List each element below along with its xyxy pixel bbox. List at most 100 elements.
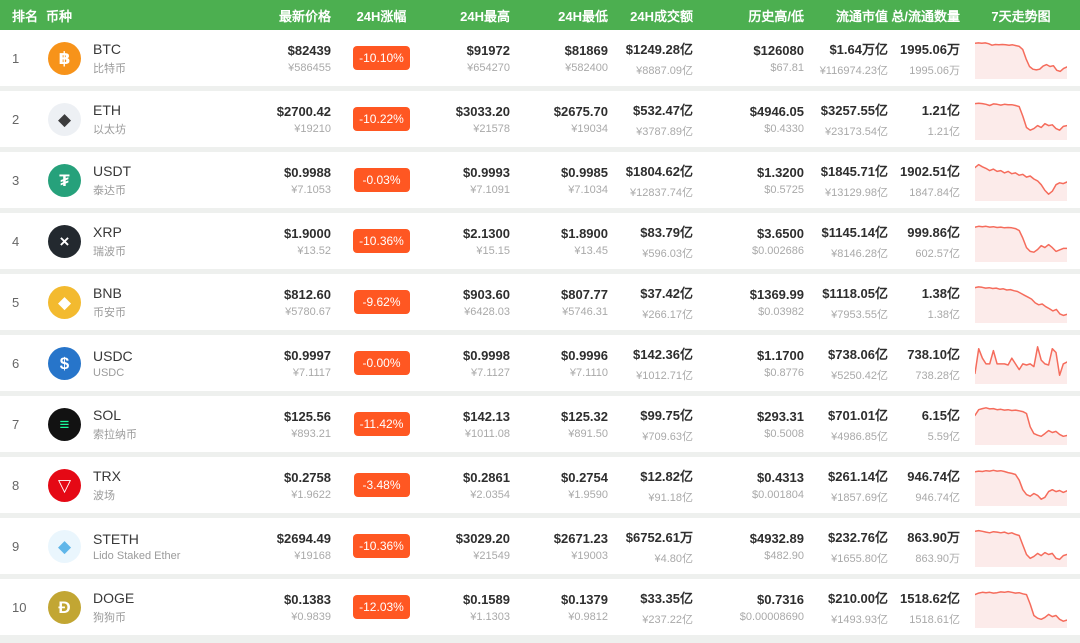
header-24h-change[interactable]: 24H涨幅: [333, 6, 430, 25]
table-row[interactable]: 10 Ð DOGE 狗狗币 $0.1383 ¥0.9839 -12.03% $0…: [0, 579, 1080, 635]
coin-fullname: 瑞波币: [93, 243, 126, 259]
coin-names: TRX 波场: [93, 468, 121, 503]
table-row[interactable]: 3 ₮ USDT 泰达币 $0.9988 ¥7.1053 -0.03% $0.9…: [0, 152, 1080, 208]
table-row[interactable]: 1 ฿ BTC 比特币 $82439 ¥586455 -10.10% $9197…: [0, 30, 1080, 86]
high-usd: $0.2861: [430, 470, 510, 485]
table-row[interactable]: 9 ◆ STETH Lido Staked Ether $2694.49 ¥19…: [0, 518, 1080, 574]
high-cny: ¥21578: [430, 123, 510, 135]
mcap-cny: ¥13129.98亿: [806, 184, 888, 200]
supply-total: 1902.51亿: [890, 161, 960, 180]
header-supply[interactable]: 总/流通数量: [890, 6, 962, 25]
high-cny: ¥7.1127: [430, 367, 510, 379]
header-latest-price[interactable]: 最新价格: [240, 6, 333, 25]
table-row[interactable]: 8 ▽ TRX 波场 $0.2758 ¥1.9622 -3.48% $0.286…: [0, 457, 1080, 513]
market-cap-cell: $261.14亿 ¥1857.69亿: [806, 466, 890, 505]
price-usd: $1.9000: [240, 226, 331, 241]
header-24h-high[interactable]: 24H最高: [430, 6, 512, 25]
header-7d-trend[interactable]: 7天走势图: [962, 6, 1080, 25]
coin-fullname: 币安币: [93, 304, 126, 320]
volume-cny: ¥266.17亿: [610, 306, 693, 322]
sparkline-chart: [975, 460, 1067, 506]
change-cell: -11.42%: [333, 412, 430, 436]
coin-rank: 4: [0, 234, 40, 249]
coin-cell: ◆ BNB 币安币: [40, 285, 240, 320]
table-row[interactable]: 4 × XRP 瑞波币 $1.9000 ¥13.52 -10.36% $2.13…: [0, 213, 1080, 269]
coin-icon: ≡: [48, 408, 81, 441]
high-cny: ¥2.0354: [430, 489, 510, 501]
volume-cell: $83.79亿 ¥596.03亿: [610, 222, 695, 261]
volume-usd: $142.36亿: [610, 344, 693, 363]
coin-symbol: BNB: [93, 285, 126, 301]
hist-high-low-cell: $126080 $67.81: [695, 43, 806, 74]
header-market-cap[interactable]: 流通市值: [806, 6, 890, 25]
hist-low: $0.03982: [695, 306, 804, 318]
table-row[interactable]: 7 ≡ SOL 索拉纳币 $125.56 ¥893.21 -11.42% $14…: [0, 396, 1080, 452]
hist-high-low-cell: $4946.05 $0.4330: [695, 104, 806, 135]
volume-cell: $532.47亿 ¥3787.89亿: [610, 100, 695, 139]
crypto-price-table: 排名 币种 最新价格 24H涨幅 24H最高 24H最低 24H成交额 历史高/…: [0, 0, 1080, 635]
mcap-usd: $701.01亿: [806, 405, 888, 424]
change-cell: -10.36%: [333, 534, 430, 558]
volume-cny: ¥8887.09亿: [610, 62, 693, 78]
market-cap-cell: $3257.55亿 ¥23173.54亿: [806, 100, 890, 139]
coin-fullname: 波场: [93, 487, 121, 503]
latest-price-cell: $0.9997 ¥7.1117: [240, 348, 333, 379]
high-usd: $91972: [430, 43, 510, 58]
low-cell: $1.8900 ¥13.45: [512, 226, 610, 257]
coin-fullname: Lido Staked Ether: [93, 550, 180, 562]
volume-cny: ¥3787.89亿: [610, 123, 693, 139]
coin-rank: 6: [0, 356, 40, 371]
change-cell: -3.48%: [333, 473, 430, 497]
header-rank[interactable]: 排名: [0, 6, 40, 25]
table-row[interactable]: 2 ◆ ETH 以太坊 $2700.42 ¥19210 -10.22% $303…: [0, 91, 1080, 147]
mcap-usd: $1145.14亿: [806, 222, 888, 241]
coin-symbol: STETH: [93, 531, 180, 547]
latest-price-cell: $0.9988 ¥7.1053: [240, 165, 333, 196]
supply-cell: 738.10亿 738.28亿: [890, 344, 962, 383]
table-row[interactable]: 5 ◆ BNB 币安币 $812.60 ¥5780.67 -9.62% $903…: [0, 274, 1080, 330]
low-cny: ¥582400: [512, 62, 608, 74]
header-coin[interactable]: 币种: [40, 6, 240, 25]
latest-price-cell: $2694.49 ¥19168: [240, 531, 333, 562]
hist-high-low-cell: $1.1700 $0.8776: [695, 348, 806, 379]
change-cell: -10.36%: [333, 229, 430, 253]
supply-cell: 999.86亿 602.57亿: [890, 222, 962, 261]
low-cny: ¥1.9590: [512, 489, 608, 501]
market-cap-cell: $1145.14亿 ¥8146.28亿: [806, 222, 890, 261]
supply-cell: 1518.62亿 1518.61亿: [890, 588, 962, 627]
coin-symbol: SOL: [93, 407, 137, 423]
trend-cell: [962, 277, 1080, 328]
table-body: 1 ฿ BTC 比特币 $82439 ¥586455 -10.10% $9197…: [0, 30, 1080, 635]
volume-cell: $37.42亿 ¥266.17亿: [610, 283, 695, 322]
low-cny: ¥13.45: [512, 245, 608, 257]
supply-total: 1.21亿: [890, 100, 960, 119]
supply-circulating: 1995.06万: [890, 62, 960, 78]
low-usd: $2675.70: [512, 104, 608, 119]
hist-low: $0.8776: [695, 367, 804, 379]
header-hist-high-low[interactable]: 历史高/低: [695, 6, 806, 25]
mcap-cny: ¥23173.54亿: [806, 123, 888, 139]
table-header: 排名 币种 最新价格 24H涨幅 24H最高 24H最低 24H成交额 历史高/…: [0, 0, 1080, 30]
volume-usd: $83.79亿: [610, 222, 693, 241]
table-row[interactable]: 6 $ USDC USDC $0.9997 ¥7.1117 -0.00% $0.…: [0, 335, 1080, 391]
trend-cell: [962, 33, 1080, 84]
low-usd: $125.32: [512, 409, 608, 424]
coin-icon: ◆: [48, 103, 81, 136]
price-cny: ¥13.52: [240, 245, 331, 257]
hist-low: $482.90: [695, 550, 804, 562]
header-24h-volume[interactable]: 24H成交额: [610, 6, 695, 25]
supply-total: 738.10亿: [890, 344, 960, 363]
volume-usd: $33.35亿: [610, 588, 693, 607]
coin-cell: Ð DOGE 狗狗币: [40, 590, 240, 625]
change-badge: -12.03%: [353, 595, 410, 619]
market-cap-cell: $1.64万亿 ¥116974.23亿: [806, 39, 890, 78]
low-cell: $0.9996 ¥7.1110: [512, 348, 610, 379]
low-cell: $2675.70 ¥19034: [512, 104, 610, 135]
low-cell: $125.32 ¥891.50: [512, 409, 610, 440]
price-usd: $812.60: [240, 287, 331, 302]
supply-total: 1995.06万: [890, 39, 960, 58]
trend-cell: [962, 216, 1080, 267]
header-24h-low[interactable]: 24H最低: [512, 6, 610, 25]
mcap-usd: $3257.55亿: [806, 100, 888, 119]
low-cell: $0.9985 ¥7.1034: [512, 165, 610, 196]
